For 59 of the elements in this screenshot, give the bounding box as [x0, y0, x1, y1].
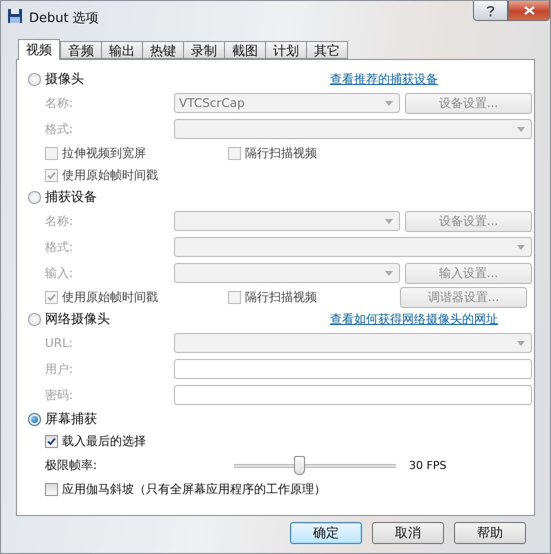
caret-icon — [385, 100, 393, 106]
tab[interactable]: 截图 — [224, 41, 266, 59]
close-icon — [524, 6, 534, 15]
field-label: URL: — [45, 336, 74, 350]
caret-icon — [385, 218, 393, 224]
checkmark-icon — [47, 170, 56, 180]
field-label: 格式: — [45, 238, 74, 256]
slider-thumb[interactable] — [294, 456, 305, 474]
dropdown[interactable] — [174, 263, 400, 283]
slider-label: 极限帧率: — [45, 456, 98, 474]
dialog-button[interactable]: 取消 — [372, 522, 444, 544]
tab[interactable]: 热键 — [142, 41, 184, 59]
tab[interactable]: 录制 — [183, 41, 225, 59]
tab[interactable]: 音频 — [60, 41, 102, 59]
radio-button[interactable] — [28, 412, 41, 426]
radio-label: 屏幕捕获 — [45, 411, 97, 428]
help-link[interactable]: 查看推荐的捕获设备 — [330, 72, 438, 86]
dropdown[interactable]: VTCScrCap — [174, 93, 400, 113]
checkbox[interactable]: 应用伽马斜坡（只有全屏幕应用程序的工作原理） — [45, 480, 326, 498]
checkbox[interactable]: 使用原始帧时间戳 — [45, 288, 158, 306]
window-title: Debut 选项 — [29, 10, 99, 27]
dropdown[interactable] — [174, 237, 532, 257]
caret-icon — [517, 340, 525, 346]
checkbox[interactable]: 隔行扫描视频 — [228, 144, 317, 162]
dropdown[interactable] — [174, 211, 400, 231]
field-label: 输入: — [45, 264, 74, 282]
field-label: 名称: — [45, 94, 74, 112]
checkbox[interactable]: 拉伸视频到宽屏 — [45, 144, 146, 162]
slider-reading: 30 FPS — [409, 458, 446, 472]
checkmark-icon — [47, 292, 56, 302]
field-label: 密码: — [45, 386, 74, 404]
radio-button[interactable] — [28, 190, 41, 204]
checkbox[interactable]: 隔行扫描视频 — [228, 288, 317, 306]
dropdown[interactable] — [174, 333, 532, 353]
radio-label: 捕获设备 — [45, 189, 97, 206]
dropdown[interactable] — [174, 119, 532, 139]
dialog-button[interactable]: 帮助 — [454, 522, 526, 544]
field-label: 用户: — [45, 360, 74, 378]
caret-icon — [385, 270, 393, 276]
tab[interactable]: 其它 — [306, 41, 348, 59]
field-label: 名称: — [45, 212, 74, 230]
help-icon — [486, 4, 495, 16]
checkbox[interactable]: 载入最后的选择 — [45, 432, 146, 450]
close-button[interactable] — [508, 1, 550, 21]
radio-label: 摄像头 — [45, 71, 84, 88]
tab[interactable]: 视频 — [18, 39, 60, 60]
field-label: 格式: — [45, 120, 74, 138]
radio-label: 网络摄像头 — [45, 311, 110, 328]
radio-button[interactable] — [28, 312, 41, 326]
checkbox[interactable]: 使用原始帧时间戳 — [45, 166, 158, 184]
caret-icon — [517, 244, 525, 250]
help-button[interactable] — [473, 1, 508, 21]
tab[interactable]: 计划 — [265, 41, 307, 59]
radio-button[interactable] — [28, 72, 41, 86]
help-link[interactable]: 查看如何获得网络摄像头的网址 — [330, 312, 498, 326]
checkmark-icon — [47, 436, 56, 446]
caret-icon — [517, 126, 525, 132]
tab[interactable]: 输出 — [101, 41, 143, 59]
dialog-button[interactable]: 确定 — [290, 522, 362, 544]
